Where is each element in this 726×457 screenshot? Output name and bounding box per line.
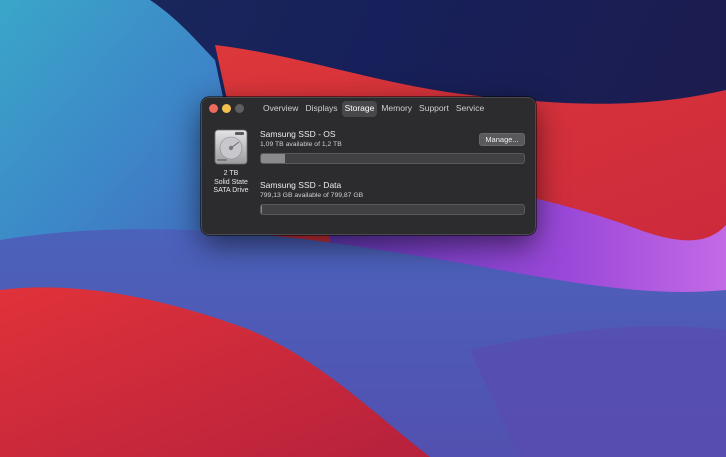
tab-overview[interactable]: Overview bbox=[260, 101, 301, 117]
tab-support[interactable]: Support bbox=[416, 101, 452, 117]
tab-storage[interactable]: Storage bbox=[341, 101, 378, 117]
zoom-button bbox=[235, 104, 244, 113]
volume-os-availability: 1,09 TB available of 1,2 TB bbox=[260, 141, 342, 148]
title-bar: Overview Displays Storage Memory Support… bbox=[202, 98, 535, 119]
drive-type-line1: Solid State bbox=[214, 178, 248, 186]
manage-button[interactable]: Manage... bbox=[479, 133, 525, 146]
drive-capacity: 2 TB bbox=[223, 170, 239, 177]
tab-bar: Overview Displays Storage Memory Support… bbox=[260, 101, 488, 117]
volume-data-usage-fill bbox=[261, 205, 263, 214]
volume-os-usage-bar bbox=[260, 153, 525, 164]
volume-os-usage-fill bbox=[261, 154, 285, 163]
volume-data-name: Samsung SSD - Data bbox=[260, 180, 342, 190]
hard-drive-icon bbox=[214, 129, 248, 165]
volume-data-availability: 799,13 GB available of 799,87 GB bbox=[260, 192, 364, 199]
drive-type-line2: SATA Drive bbox=[213, 187, 249, 194]
about-this-mac-window: Overview Displays Storage Memory Support… bbox=[201, 97, 536, 235]
drive-info: 2 TB Solid State SATA Drive bbox=[208, 170, 254, 196]
volume-data-usage-bar bbox=[260, 204, 525, 215]
tab-displays[interactable]: Displays bbox=[302, 101, 340, 117]
minimize-button[interactable] bbox=[222, 104, 231, 113]
volume-os-name: Samsung SSD - OS bbox=[260, 129, 336, 139]
tab-service[interactable]: Service bbox=[453, 101, 487, 117]
close-button[interactable] bbox=[209, 104, 218, 113]
tab-memory[interactable]: Memory bbox=[378, 101, 415, 117]
